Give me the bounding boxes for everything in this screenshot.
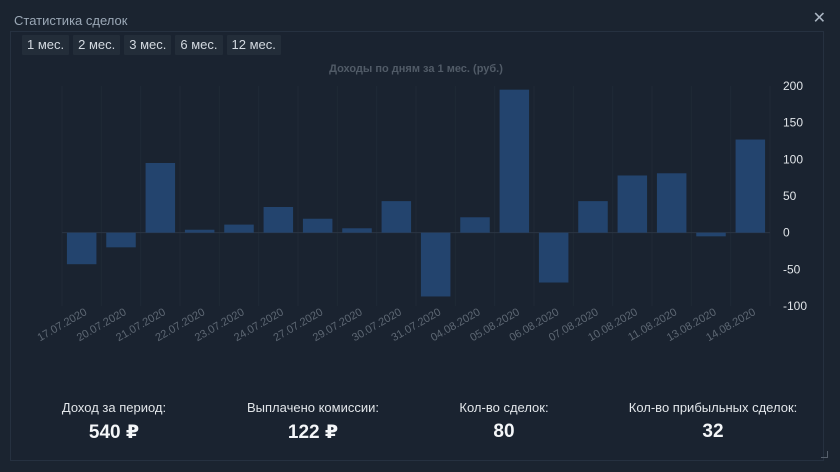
y-tick-label: 100 xyxy=(783,152,803,166)
chart-bar xyxy=(224,224,254,233)
y-tick-label: -100 xyxy=(783,299,807,313)
chart-bar xyxy=(184,229,215,233)
chart-bar xyxy=(106,232,136,248)
y-tick-label: 150 xyxy=(783,116,803,130)
stat-profitable-deals-value: 32 xyxy=(702,421,724,442)
stat-profitable-deals-label: Кол-во прибыльных сделок: xyxy=(628,400,798,415)
chart-bar xyxy=(499,89,530,233)
deal-stats-window: Статистика сделок ✕ 1 мес. 2 мес. 3 мес.… xyxy=(0,0,840,472)
stat-deals-count: Кол-во сделок: 80 xyxy=(394,400,614,443)
y-tick-label: 200 xyxy=(783,79,803,93)
summary-stats: Доход за период: 540 ₽ Выплачено комисси… xyxy=(0,400,840,460)
stat-commission-value: 122 ₽ xyxy=(287,422,339,443)
chart-bar xyxy=(342,228,372,233)
chart-bar xyxy=(656,173,687,233)
chart-title: Доходы по дням за 1 мес. (руб.) xyxy=(329,63,503,75)
stat-commission-label: Выплачено комиссии: xyxy=(246,400,379,415)
chart-bar xyxy=(460,217,490,233)
chart-bar xyxy=(538,232,569,283)
chart-bar xyxy=(617,175,648,233)
stat-income-label: Доход за период: xyxy=(61,400,167,415)
chart-bar xyxy=(381,201,412,233)
stat-income: Доход за период: 540 ₽ xyxy=(4,400,224,444)
income-bar-chart: Доходы по дням за 1 мес. (руб.) 200 150 100… xyxy=(35,63,807,344)
y-tick-label: 0 xyxy=(783,226,790,240)
stat-commission: Выплачено комиссии: 122 ₽ xyxy=(203,400,423,444)
chart-bar xyxy=(66,232,97,265)
stat-deals-count-value: 80 xyxy=(493,421,515,442)
chart-bar xyxy=(696,232,726,237)
chart-bar xyxy=(735,139,766,233)
chart-bar xyxy=(145,163,176,233)
chart-bar xyxy=(420,232,451,297)
y-tick-label: 50 xyxy=(783,189,797,203)
y-tick-label: -50 xyxy=(783,262,801,276)
chart-bar xyxy=(578,201,608,233)
stat-income-value: 540 ₽ xyxy=(88,422,140,443)
chart-bar xyxy=(302,218,333,233)
resize-handle[interactable] xyxy=(821,451,828,458)
stat-deals-count-label: Кол-во сделок: xyxy=(459,400,549,415)
stat-profitable-deals: Кол-во прибыльных сделок: 32 xyxy=(603,400,823,443)
chart-bar xyxy=(263,207,294,233)
